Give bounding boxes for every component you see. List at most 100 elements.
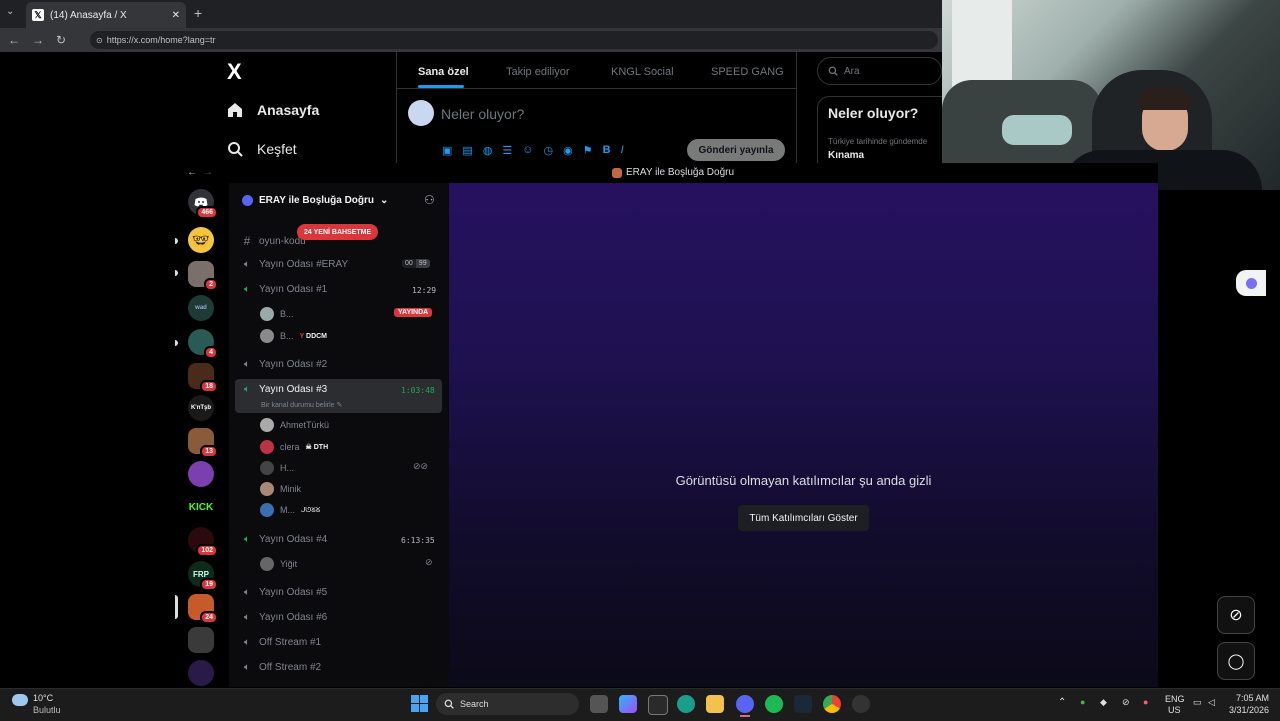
server-item[interactable]: 13 xyxy=(188,428,218,458)
server-item[interactable]: 102 xyxy=(188,527,218,557)
server-header[interactable]: ERAY ile Boşluğa Doğru ⌄ xyxy=(242,195,388,206)
schedule-icon[interactable]: ◷ xyxy=(544,144,554,157)
task-view-icon[interactable] xyxy=(590,695,608,713)
spotify-icon[interactable] xyxy=(765,695,783,713)
chat-icon[interactable]: ◯ xyxy=(1217,642,1255,680)
start-button[interactable] xyxy=(411,695,428,712)
blanket xyxy=(1002,115,1072,145)
server-item[interactable]: 4 xyxy=(188,329,218,359)
flag-icon[interactable]: ⚑ xyxy=(583,144,593,157)
voice-member[interactable]: Minik xyxy=(260,482,301,496)
server-item[interactable]: 24 xyxy=(188,594,218,624)
invite-icon[interactable]: ⚇ xyxy=(424,193,435,207)
location-icon[interactable]: ◉ xyxy=(563,144,573,157)
voice-member[interactable]: AhmetTürkü xyxy=(260,418,329,432)
channel-voice[interactable]: 🔈︎ Yayın Odası #2 xyxy=(241,359,327,370)
store-icon[interactable] xyxy=(648,695,668,715)
x-logo-icon[interactable]: X xyxy=(227,59,242,85)
copilot-sidebar-button[interactable] xyxy=(1236,270,1266,296)
channel-voice-selected[interactable]: 🔈︎ Yayın Odası #3 xyxy=(241,384,327,395)
server-item[interactable] xyxy=(188,627,214,653)
browser-tab[interactable]: 𝕏 (14) Anasayfa / X ✕ xyxy=(26,2,186,28)
discord-app-icon[interactable] xyxy=(736,695,754,713)
taskbar-search[interactable]: Search xyxy=(436,693,579,715)
channel-voice[interactable]: 🔈︎ Yayın Odası #1 xyxy=(241,284,327,295)
server-item-kick[interactable]: KICK xyxy=(188,494,214,520)
new-mentions-badge[interactable]: 24 YENİ BAHSETME xyxy=(297,224,379,240)
volume-icon[interactable]: ◁ xyxy=(1208,697,1215,708)
forward-icon[interactable]: → xyxy=(32,33,44,47)
channel-text[interactable]: # oyun-kodu xyxy=(241,234,306,248)
compose-input[interactable]: Neler oluyor? xyxy=(441,106,524,122)
language-top[interactable]: ENG xyxy=(1165,694,1185,704)
tray-app-icon[interactable]: ● xyxy=(1080,697,1085,707)
nav-item-explore[interactable]: Keşfet xyxy=(227,141,297,157)
italic-icon[interactable]: I xyxy=(621,144,624,157)
language-bottom[interactable]: US xyxy=(1168,705,1181,715)
gif-icon[interactable]: ▤ xyxy=(462,144,472,157)
avatar[interactable] xyxy=(408,100,434,126)
emoji-icon[interactable]: ☺ xyxy=(522,144,533,157)
tab-kngl-social[interactable]: KNGL Social xyxy=(611,66,674,78)
back-icon[interactable]: ← xyxy=(8,33,20,47)
grok-icon[interactable]: ◍ xyxy=(483,144,493,157)
server-item-emoji[interactable]: 🤓 xyxy=(188,227,214,253)
tray-overflow-icon[interactable]: ⌃ xyxy=(1058,697,1066,708)
site-info-icon[interactable]: ⊙ xyxy=(96,36,103,45)
reload-icon[interactable]: ↻ xyxy=(56,33,66,47)
tab-speed-gang[interactable]: SPEED GANG xyxy=(711,66,784,78)
server-item[interactable]: wad xyxy=(188,295,214,321)
clock-date[interactable]: 3/31/2026 xyxy=(1229,705,1269,715)
edge-icon[interactable] xyxy=(677,695,695,713)
voice-member[interactable]: B... xyxy=(260,307,294,321)
image-icon[interactable]: ▣ xyxy=(442,144,452,157)
search-input[interactable]: Ara xyxy=(817,57,942,85)
voice-member[interactable]: Yiğit xyxy=(260,557,297,571)
channel-voice[interactable]: 🔈︎ Yayın Odası #4 xyxy=(241,534,327,545)
tab-for-you[interactable]: Sana özel xyxy=(418,66,469,78)
channel-status[interactable]: Bir kanal durumu belirle ✎ xyxy=(261,401,342,409)
chrome-icon[interactable] xyxy=(823,695,841,713)
file-explorer-icon[interactable] xyxy=(706,695,724,713)
network-icon[interactable]: ▭ xyxy=(1193,697,1202,708)
voice-member[interactable]: B... Y DDCM xyxy=(260,329,327,343)
tray-mic-icon[interactable]: ● xyxy=(1143,697,1148,707)
channel-voice[interactable]: 🔈︎ Off Stream #2 xyxy=(241,662,321,673)
channel-voice[interactable]: 🔈︎ Yayın Odası #6 xyxy=(241,612,327,623)
member-name: B... xyxy=(280,309,294,319)
discord-forward-icon[interactable]: → xyxy=(203,167,213,178)
bold-icon[interactable]: B xyxy=(603,144,611,157)
server-item[interactable] xyxy=(188,461,214,487)
channel-voice[interactable]: 🔈︎ Yayın Odası #ERAY xyxy=(241,259,348,270)
disconnect-icon[interactable]: ⊘ xyxy=(1217,596,1255,634)
settings-icon[interactable] xyxy=(852,695,870,713)
voice-member[interactable]: clera ☠ DTH xyxy=(260,440,328,454)
server-item[interactable] xyxy=(188,660,214,686)
voice-member[interactable]: M... ᒍᘎᘜᘜ xyxy=(260,503,320,517)
url-input[interactable]: ⊙ https://x.com/home?lang=tr xyxy=(90,31,938,49)
show-all-participants-button[interactable]: Tüm Katılımcıları Göster xyxy=(738,505,869,531)
poll-icon[interactable]: ☰ xyxy=(502,144,512,157)
tab-list-icon[interactable]: ⌄ xyxy=(6,6,14,17)
server-item-home[interactable]: 466 xyxy=(188,189,218,219)
tray-mute-icon[interactable]: ⊘ xyxy=(1122,697,1130,708)
nav-item-home[interactable]: Anasayfa xyxy=(227,102,319,118)
server-item[interactable]: FRP 19 xyxy=(188,561,218,591)
tray-steam-icon[interactable]: ◆ xyxy=(1100,697,1107,708)
new-tab-button[interactable]: + xyxy=(194,5,202,21)
weather-cloud-icon[interactable] xyxy=(12,694,28,706)
server-item[interactable]: 18 xyxy=(188,363,218,393)
server-item[interactable]: 2 xyxy=(188,261,218,291)
channel-voice[interactable]: 🔈︎ Off Stream #1 xyxy=(241,637,321,648)
channel-voice[interactable]: 🔈︎ Yayın Odası #5 xyxy=(241,587,327,598)
discord-back-icon[interactable]: ← xyxy=(187,167,197,178)
post-button[interactable]: Gönderi yayınla xyxy=(687,139,785,161)
steam-icon[interactable] xyxy=(794,695,812,713)
tab-following[interactable]: Takip ediliyor xyxy=(506,66,570,78)
server-item[interactable]: K'nTşb xyxy=(188,395,214,421)
close-tab-icon[interactable]: ✕ xyxy=(172,10,180,21)
copilot-app-icon[interactable] xyxy=(619,695,637,713)
trend-item[interactable]: Kınama xyxy=(828,150,864,161)
clock-time[interactable]: 7:05 AM xyxy=(1236,693,1269,703)
voice-member[interactable]: H... xyxy=(260,461,294,475)
